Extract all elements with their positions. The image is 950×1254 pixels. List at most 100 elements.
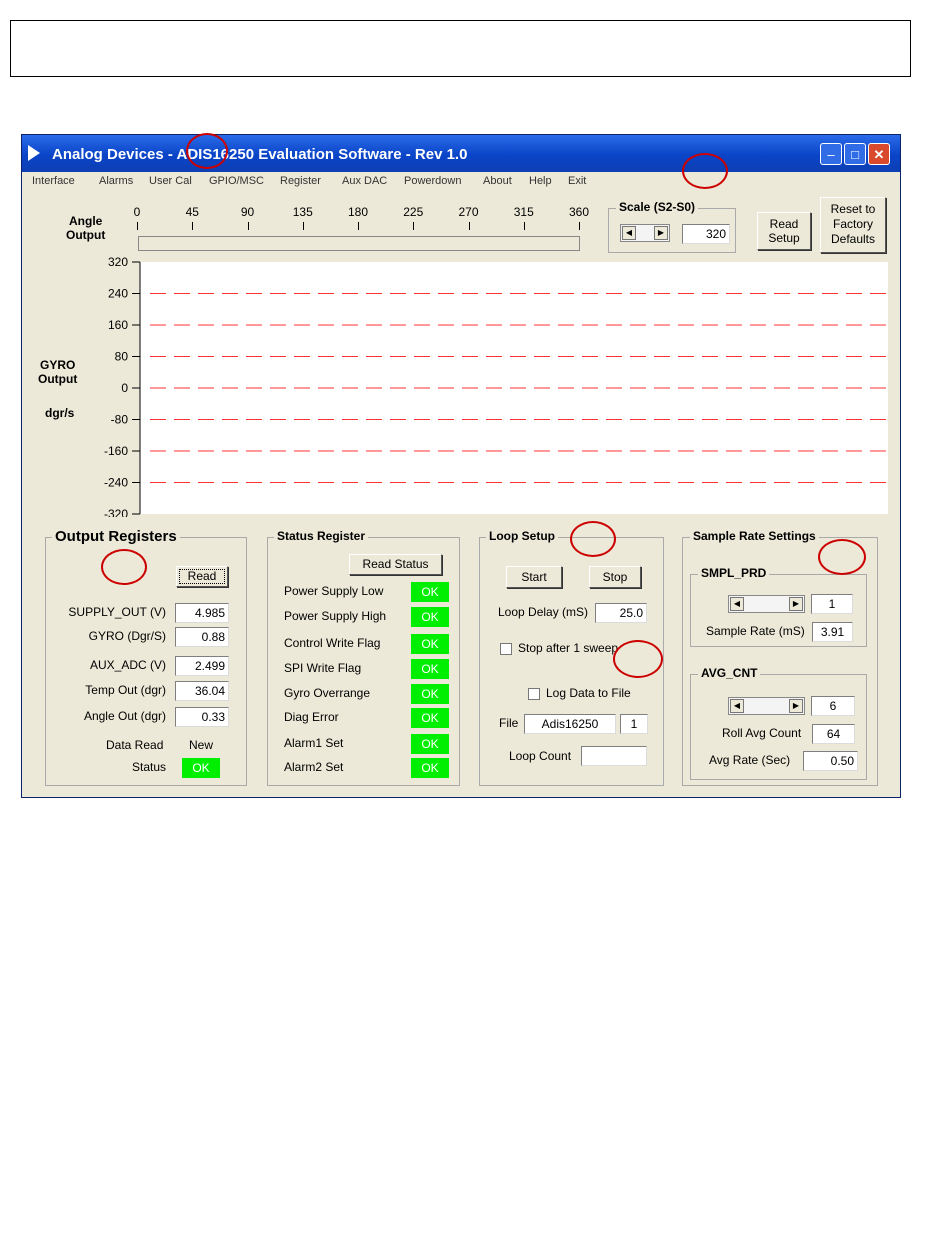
gyro-label: GYRO — [40, 358, 76, 372]
angle-tick-mark — [247, 222, 249, 230]
scroll-right-icon[interactable]: ▶ — [789, 597, 803, 611]
read-registers-button[interactable]: Read — [176, 566, 228, 587]
angle-tick-mark — [413, 222, 415, 230]
read-setup-button[interactable]: Read Setup — [757, 212, 811, 250]
angle-tick-label: 45 — [185, 205, 199, 219]
callout-circle — [101, 549, 147, 585]
y-tick-label: 80 — [115, 350, 129, 364]
scroll-left-icon[interactable]: ◀ — [622, 226, 636, 240]
angle-tick-label: 315 — [513, 205, 534, 219]
supply-out-label: SUPPLY_OUT (V) — [68, 605, 166, 619]
flag-diag-error-value: OK — [411, 708, 449, 728]
log-data-label: Log Data to File — [546, 686, 631, 700]
y-tick-label: -80 — [111, 413, 129, 427]
angle-out-label: Angle Out (dgr) — [83, 709, 166, 723]
app-window: Analog Devices - ADIS16250 Evaluation So… — [21, 134, 901, 798]
angle-tick-mark — [302, 222, 304, 230]
flag-alarm1-label: Alarm1 Set — [284, 736, 344, 750]
file-label: File — [499, 716, 519, 730]
stop-after-sweep-label: Stop after 1 sweep — [518, 641, 619, 655]
angle-tick-label: 0 — [133, 205, 141, 219]
loop-delay-input[interactable]: 25.0 — [595, 603, 647, 623]
avg-cnt-title: AVG_CNT — [698, 666, 761, 680]
smpl-prd-scrollbar[interactable]: ◀ ▶ — [728, 595, 805, 613]
sample-rate-value[interactable]: 3.91 — [812, 622, 853, 642]
flag-diag-error-label: Diag Error — [284, 710, 339, 724]
output-registers-title: Output Registers — [52, 528, 180, 545]
sample-rate-title: Sample Rate Settings — [690, 529, 819, 543]
avg-rate-value[interactable]: 0.50 — [803, 751, 858, 771]
reset-line3: Defaults — [830, 232, 876, 246]
scale-scrollbar[interactable]: ◀ ▶ — [620, 224, 670, 242]
aux-adc-label: AUX_ADC (V) — [89, 658, 166, 672]
flag-spi-write-value: OK — [411, 659, 449, 679]
scroll-right-icon[interactable]: ▶ — [789, 699, 803, 713]
flag-power-supply-low-value: OK — [411, 582, 449, 602]
avg-rate-label: Avg Rate (Sec) — [709, 753, 791, 767]
y-tick-label: 160 — [108, 318, 128, 332]
gyro-dgr-value[interactable]: 0.88 — [175, 627, 229, 647]
file-index-input[interactable]: 1 — [620, 714, 648, 734]
flag-spi-write-label: SPI Write Flag — [284, 661, 362, 675]
data-read-value: New — [189, 738, 214, 752]
y-tick-label: 320 — [108, 255, 128, 269]
avg-cnt-scrollbar[interactable]: ◀ ▶ — [728, 697, 805, 715]
scroll-left-icon[interactable]: ◀ — [730, 699, 744, 713]
loop-count-input[interactable] — [581, 746, 647, 766]
roll-avg-label: Roll Avg Count — [722, 726, 802, 740]
flag-gyro-overrange-value: OK — [411, 684, 449, 704]
scroll-right-icon[interactable]: ▶ — [654, 226, 668, 240]
gyro-chart: 320 240 160 80 0 -80 -160 -240 -320 — [104, 255, 888, 517]
callout-circle — [818, 539, 866, 575]
stop-button[interactable]: Stop — [589, 566, 641, 588]
smpl-prd-title: SMPL_PRD — [698, 566, 770, 580]
flag-power-supply-high-label: Power Supply High — [284, 609, 387, 623]
avg-cnt-input[interactable]: 6 — [811, 696, 855, 716]
loop-setup-title: Loop Setup — [486, 529, 558, 543]
smpl-prd-input[interactable]: 1 — [811, 594, 853, 614]
callout-circle — [613, 640, 663, 678]
supply-out-value[interactable]: 4.985 — [175, 603, 229, 623]
angle-tick-mark — [468, 222, 470, 230]
angle-bar — [138, 236, 580, 251]
gyro-dgr-label: GYRO (Dgr/S) — [88, 629, 166, 643]
angle-tick-mark — [137, 222, 138, 230]
stop-after-sweep-checkbox[interactable] — [500, 643, 512, 655]
flag-alarm2-value: OK — [411, 758, 449, 778]
status-ok-badge: OK — [182, 758, 220, 778]
status-label: Status — [132, 760, 167, 774]
gyro-unit-label: dgr/s — [45, 406, 75, 420]
angle-tick-label: 135 — [292, 205, 313, 219]
read-setup-line2: Setup — [768, 231, 800, 245]
scroll-left-icon[interactable]: ◀ — [730, 597, 744, 611]
temp-out-value[interactable]: 36.04 — [175, 681, 229, 701]
reset-defaults-button[interactable]: Reset to Factory Defaults — [820, 197, 886, 253]
data-read-label: Data Read — [106, 738, 164, 752]
log-data-checkbox[interactable] — [528, 688, 540, 700]
scale-input[interactable]: 320 — [682, 224, 730, 244]
reset-line1: Reset to — [830, 202, 876, 216]
flag-alarm2-label: Alarm2 Set — [284, 760, 344, 774]
read-status-button[interactable]: Read Status — [349, 554, 442, 575]
roll-avg-value[interactable]: 64 — [812, 724, 855, 744]
angle-tick-mark — [579, 222, 580, 230]
angle-out-value[interactable]: 0.33 — [175, 707, 229, 727]
sample-rate-label: Sample Rate (mS) — [706, 624, 805, 638]
flag-power-supply-low-label: Power Supply Low — [284, 584, 384, 598]
angle-tick-mark — [358, 222, 359, 230]
start-button[interactable]: Start — [506, 566, 562, 588]
file-name-input[interactable]: Adis16250 — [524, 714, 616, 734]
flag-gyro-overrange-label: Gyro Overrange — [284, 686, 371, 700]
aux-adc-value[interactable]: 2.499 — [175, 656, 229, 676]
y-tick-label: 0 — [121, 381, 128, 395]
read-setup-line1: Read — [769, 217, 799, 231]
loop-count-label: Loop Count — [509, 749, 572, 763]
angle-tick-mark — [523, 222, 525, 230]
y-tick-label: -240 — [104, 476, 128, 490]
reset-line2: Factory — [832, 217, 873, 231]
y-tick-label: -160 — [104, 444, 128, 458]
angle-tick-mark — [192, 222, 194, 230]
flag-power-supply-high-value: OK — [411, 607, 449, 627]
angle-tick-label: 180 — [347, 205, 369, 219]
callout-circle — [186, 133, 228, 169]
